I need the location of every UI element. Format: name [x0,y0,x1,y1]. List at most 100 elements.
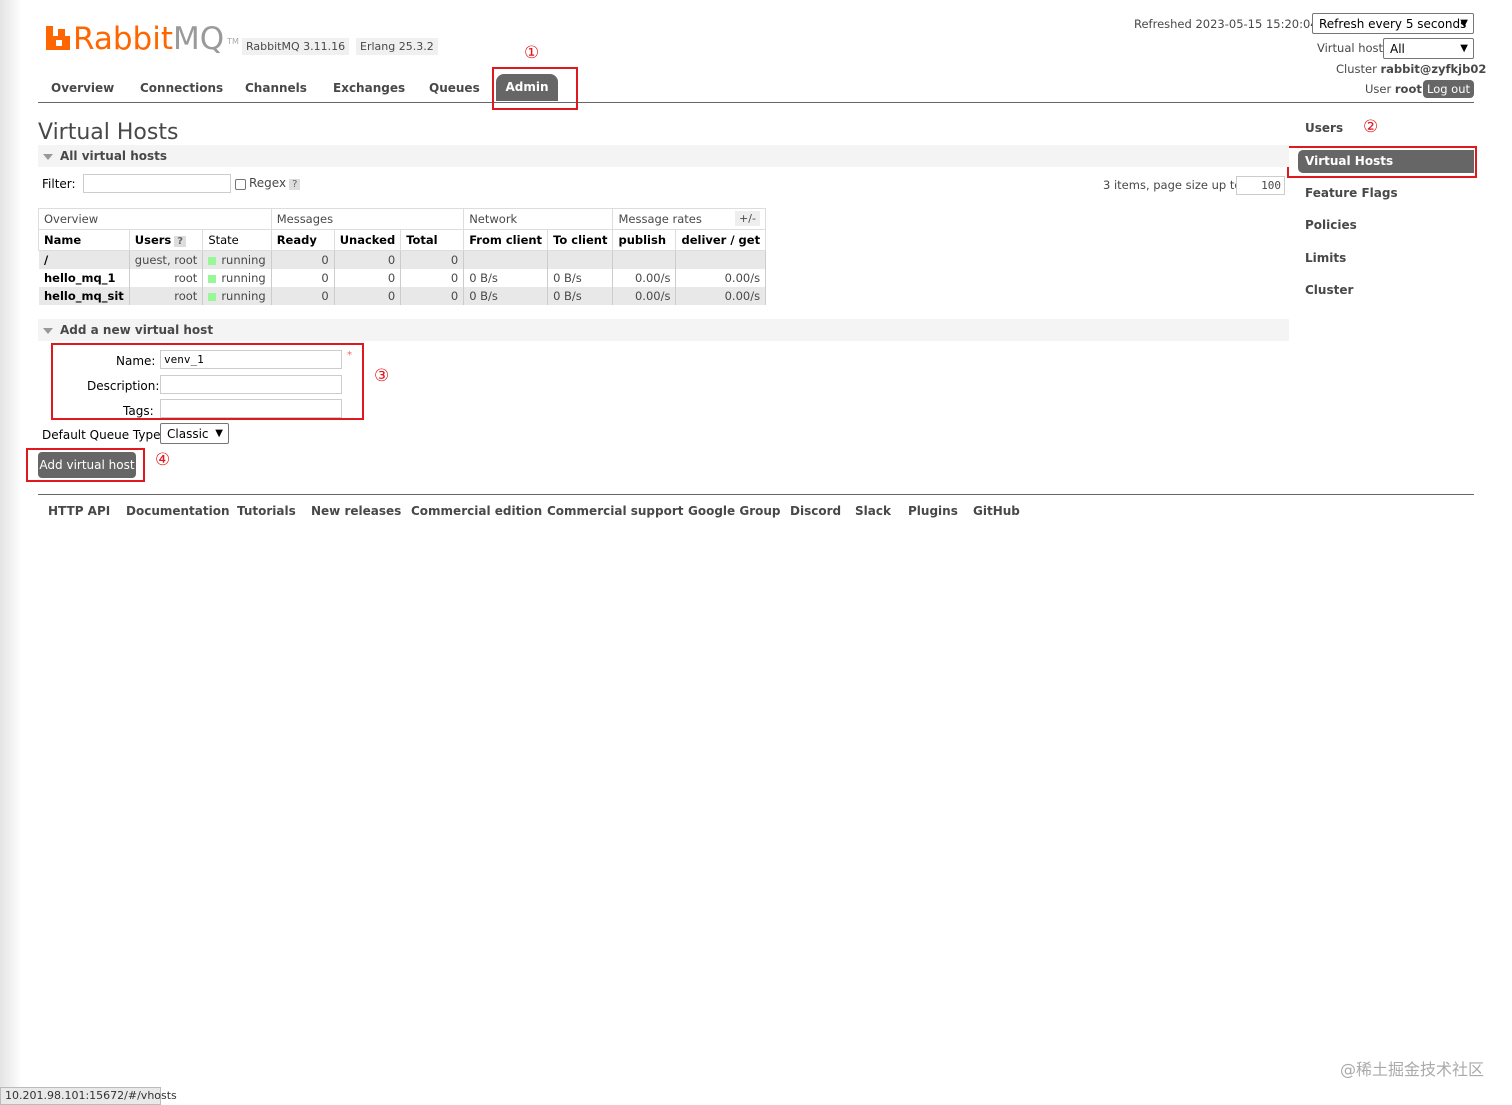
annotation-box-form [51,343,364,420]
annotation-4: ④ [155,450,171,470]
annotation-box-admin [492,67,578,110]
tab-exchanges[interactable]: Exchanges [333,81,405,95]
vhost-users: guest, root [128,250,204,269]
footer-link-github[interactable]: GitHub [973,504,1020,518]
vhost-total: 0 [400,269,465,287]
refreshed-label: Refreshed 2023-05-15 15:20:04 [1134,17,1318,31]
virtual-host-select[interactable]: All ▼ [1383,38,1474,59]
sidebar-item-policies[interactable]: Policies [1305,218,1357,232]
vhost-publish: 0.00/s [612,269,677,287]
sidebar-item-limits[interactable]: Limits [1305,251,1346,265]
vhost-name-link[interactable]: / [38,250,130,269]
col-publish[interactable]: publish [612,229,677,251]
annotation-1: ① [524,43,540,63]
chevron-down-icon: ▼ [1460,18,1468,29]
vhost-unacked: 0 [333,269,402,287]
chevron-down-icon: ▼ [215,428,223,439]
group-header-overview: Overview [38,208,272,230]
vhost-state: running [202,250,272,269]
filter-label: Filter: [42,177,76,191]
chevron-down-icon: ▼ [1460,43,1468,54]
col-from-client[interactable]: From client [463,229,549,251]
tab-connections[interactable]: Connections [140,81,223,95]
state-running-indicator [208,293,217,301]
erlang-version: Erlang 25.3.2 [356,38,438,55]
col-name[interactable]: Name [38,229,130,251]
group-header-messages: Messages [270,208,465,230]
col-ready[interactable]: Ready [270,229,335,251]
add-virtual-host-heading: Add a new virtual host [60,323,214,337]
state-running-indicator [208,275,217,283]
col-to-client[interactable]: To client [547,229,614,251]
vhost-from-client [463,250,549,269]
table-row: hello_mq_sit root running 0 0 0 0 B/s 0 … [38,287,767,305]
vhost-users: root [128,269,204,287]
refresh-interval-select[interactable]: Refresh every 5 seconds ▼ [1312,13,1474,34]
regex-label: Regex? [249,176,301,190]
vhost-name-link[interactable]: hello_mq_sit [38,287,130,305]
footer-link-http-api[interactable]: HTTP API [48,504,110,518]
tab-queues[interactable]: Queues [429,81,480,95]
all-virtual-hosts-toggle[interactable]: All virtual hosts [38,145,1289,167]
col-deliver-get[interactable]: deliver / get [675,229,767,251]
collapse-triangle-icon [43,328,53,334]
footer-link-plugins[interactable]: Plugins [908,504,958,518]
regex-help-icon[interactable]: ? [289,179,301,190]
browser-status-url: 10.201.98.101:15672/#/vhosts [0,1087,177,1105]
vhost-ready: 0 [270,250,335,269]
watermark: @稀土掘金技术社区 [1339,1060,1484,1079]
vhost-from-client: 0 B/s [463,287,549,305]
vhost-deliver: 0.00/s [675,269,767,287]
all-virtual-hosts-heading: All virtual hosts [60,149,168,163]
default-queue-type-select[interactable]: Classic ▼ [160,423,229,444]
virtual-host-label: Virtual host [1317,41,1384,55]
footer-link-new-releases[interactable]: New releases [311,504,401,518]
footer-link-google-group[interactable]: Google Group [688,504,781,518]
vhost-to-client: 0 B/s [547,269,614,287]
page-size-input[interactable]: 100 [1236,176,1285,195]
state-running-indicator [208,257,217,265]
vhost-total: 0 [400,250,465,269]
col-users[interactable]: Users? [128,229,204,251]
tab-channels[interactable]: Channels [245,81,307,95]
footer-link-slack[interactable]: Slack [855,504,891,518]
collapse-triangle-icon [43,154,53,160]
footer-link-commercial-edition[interactable]: Commercial edition [411,504,542,518]
footer-link-documentation[interactable]: Documentation [126,504,230,518]
annotation-3: ③ [374,366,390,386]
logo-text: RabbitMQ [73,21,225,57]
add-virtual-host-toggle[interactable]: Add a new virtual host [38,319,1289,341]
sidebar-item-cluster[interactable]: Cluster [1305,283,1353,297]
items-count-text: 3 items, page size up to [1103,178,1242,192]
filter-input[interactable] [83,174,231,193]
rabbitmq-version: RabbitMQ 3.11.16 [242,38,350,55]
col-total[interactable]: Total [400,229,465,251]
vhost-name-link[interactable]: hello_mq_1 [38,269,130,287]
default-queue-type-label: Default Queue Type: [42,428,165,442]
toggle-columns-button[interactable]: +/- [735,211,760,226]
footer-link-discord[interactable]: Discord [790,504,841,518]
col-unacked[interactable]: Unacked [333,229,402,251]
annotation-box-submit [26,448,145,482]
vhost-unacked: 0 [333,287,402,305]
footer-link-tutorials[interactable]: Tutorials [237,504,296,518]
table-row: / guest, root running 0 0 0 [38,250,767,269]
regex-checkbox[interactable] [235,179,246,190]
vhost-state: running [202,269,272,287]
vhost-to-client [547,250,614,269]
sidebar-item-feature-flags[interactable]: Feature Flags [1305,186,1398,200]
tab-overview[interactable]: Overview [51,81,114,95]
annotation-box-virtual-hosts [1287,146,1477,178]
vhost-total: 0 [400,287,465,305]
footer-link-commercial-support[interactable]: Commercial support [547,504,684,518]
group-header-network: Network [463,208,614,230]
vhost-unacked: 0 [333,250,402,269]
col-state[interactable]: State [202,229,272,251]
vhost-to-client: 0 B/s [547,287,614,305]
vhost-ready: 0 [270,287,335,305]
table-row: hello_mq_1 root running 0 0 0 0 B/s 0 B/… [38,269,767,287]
sidebar-item-users[interactable]: Users [1305,121,1343,135]
rabbitmq-logo[interactable]: RabbitMQ TM [46,22,239,56]
vhost-publish [612,250,677,269]
users-help-icon[interactable]: ? [174,236,187,247]
